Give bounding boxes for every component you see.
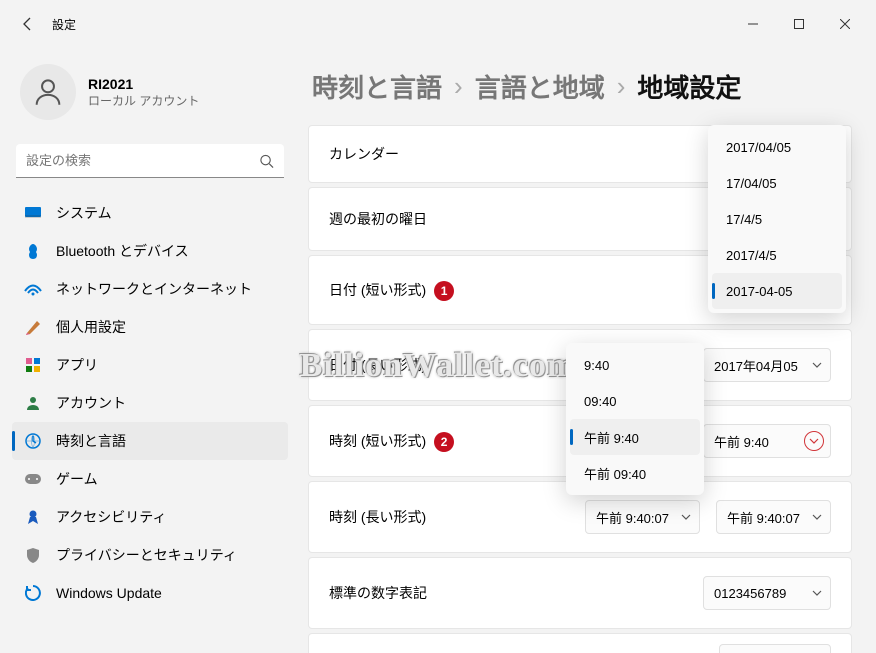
- row-last: XJIS: [308, 633, 852, 653]
- maximize-button[interactable]: [776, 8, 822, 40]
- sidebar-item-2[interactable]: ネットワークとインターネット: [12, 270, 288, 308]
- dropdown-option[interactable]: 09:40: [570, 383, 700, 419]
- dropdown-option[interactable]: 午前 9:40: [570, 419, 700, 455]
- sidebar-icon: [24, 546, 42, 564]
- sidebar-item-label: ネットワークとインターネット: [56, 279, 252, 299]
- sidebar-icon: [24, 318, 42, 336]
- sidebar-item-5[interactable]: アカウント: [12, 384, 288, 422]
- dropdown-option[interactable]: 17/04/05: [712, 165, 842, 201]
- dropdown-option[interactable]: 9:40: [570, 347, 700, 383]
- breadcrumb-a[interactable]: 時刻と言語: [312, 68, 442, 105]
- sidebar-icon: [24, 204, 42, 222]
- sidebar-item-4[interactable]: アプリ: [12, 346, 288, 384]
- dropdown-option[interactable]: 2017-04-05: [712, 273, 842, 309]
- row-label: 標準の数字表記: [329, 583, 703, 603]
- sidebar-item-9[interactable]: プライバシーとセキュリティ: [12, 536, 288, 574]
- sidebar-item-10[interactable]: Windows Update: [12, 574, 288, 612]
- sidebar-item-label: Bluetooth とデバイス: [56, 241, 189, 261]
- short-date-options-popup[interactable]: 2017/04/0517/04/0517/4/52017/4/52017-04-…: [708, 125, 846, 313]
- close-button[interactable]: [822, 8, 868, 40]
- back-button[interactable]: [8, 4, 48, 44]
- numbers-dropdown[interactable]: 0123456789: [703, 576, 831, 610]
- sidebar-icon: [24, 470, 42, 488]
- long-time-dropdown-2[interactable]: 午前 9:40:07: [716, 500, 831, 534]
- sidebar-icon: [24, 356, 42, 374]
- sidebar-item-label: 個人用設定: [56, 317, 126, 337]
- dropdown-option[interactable]: 2017/4/5: [712, 237, 842, 273]
- sidebar-item-3[interactable]: 個人用設定: [12, 308, 288, 346]
- sidebar-icon: [24, 394, 42, 412]
- last-dropdown[interactable]: XJIS: [719, 644, 831, 653]
- dropdown-option[interactable]: 2017/04/05: [712, 129, 842, 165]
- sidebar-item-8[interactable]: アクセシビリティ: [12, 498, 288, 536]
- sidebar-item-1[interactable]: Bluetooth とデバイス: [12, 232, 288, 270]
- sidebar-icon: [24, 242, 42, 260]
- row-numbers: 標準の数字表記 0123456789: [308, 557, 852, 629]
- sidebar-icon: [24, 280, 42, 298]
- sidebar-icon: [24, 584, 42, 602]
- minimize-button[interactable]: [730, 8, 776, 40]
- sidebar-item-7[interactable]: ゲーム: [12, 460, 288, 498]
- sidebar-item-label: Windows Update: [56, 585, 162, 601]
- sidebar-item-label: システム: [56, 203, 112, 223]
- sidebar-item-label: ゲーム: [56, 469, 98, 489]
- search-icon: [259, 154, 274, 169]
- long-date-dropdown[interactable]: 2017年04月05: [703, 348, 831, 382]
- sidebar-item-label: アクセシビリティ: [56, 507, 166, 527]
- sidebar-icon: [24, 508, 42, 526]
- chevron-right-icon: ›: [617, 71, 626, 102]
- sidebar-item-label: プライバシーとセキュリティ: [56, 545, 237, 565]
- dropdown-option[interactable]: 午前 09:40: [570, 455, 700, 491]
- sidebar-icon: [24, 432, 42, 450]
- sidebar-item-label: アカウント: [56, 393, 126, 413]
- short-time-dropdown[interactable]: 午前 9:40: [703, 424, 831, 458]
- long-time-dropdown-1[interactable]: 午前 9:40:07: [585, 500, 700, 534]
- dropdown-option[interactable]: 17/4/5: [712, 201, 842, 237]
- breadcrumb-b[interactable]: 言語と地域: [475, 68, 605, 105]
- annotation-badge-1: 1: [434, 281, 454, 301]
- breadcrumb-current: 地域設定: [637, 68, 741, 105]
- window-title: 設定: [52, 16, 76, 33]
- sidebar-item-0[interactable]: システム: [12, 194, 288, 232]
- sidebar-item-6[interactable]: 時刻と言語: [12, 422, 288, 460]
- annotation-badge-2: 2: [434, 432, 454, 452]
- avatar-icon: [20, 64, 76, 120]
- chevron-right-icon: ›: [454, 71, 463, 102]
- row-label: 時刻 (長い形式): [329, 507, 585, 527]
- search-input[interactable]: [16, 144, 284, 178]
- sidebar-item-label: アプリ: [56, 355, 98, 375]
- user-sub: ローカル アカウント: [88, 92, 199, 109]
- sidebar-item-label: 時刻と言語: [56, 431, 126, 451]
- user-block[interactable]: RI2021 ローカル アカウント: [12, 56, 288, 136]
- user-name: RI2021: [88, 76, 199, 92]
- short-time-options-popup[interactable]: 9:4009:40午前 9:40午前 09:40: [566, 343, 704, 495]
